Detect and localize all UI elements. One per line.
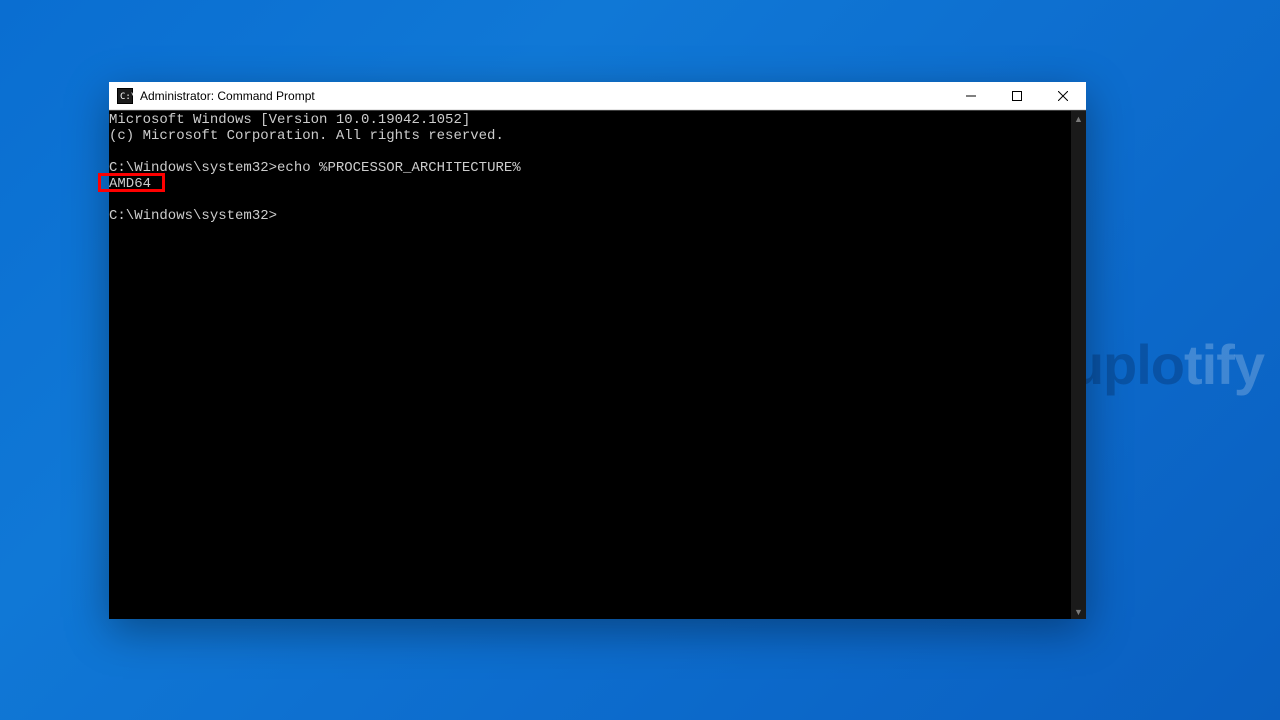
watermark: uplotify <box>1070 332 1264 397</box>
prompt-prefix: C:\Windows\system32> <box>109 160 277 176</box>
vertical-scrollbar[interactable]: ▲ ▼ <box>1071 111 1086 619</box>
minimize-button[interactable] <box>948 82 994 110</box>
terminal-output[interactable]: Microsoft Windows [Version 10.0.19042.10… <box>109 111 1071 619</box>
command-prompt-window: C:\ Administrator: Command Prompt Micros… <box>109 82 1086 619</box>
watermark-part2: tify <box>1184 333 1264 396</box>
blank-line <box>109 144 1071 160</box>
scroll-down-arrow-icon[interactable]: ▼ <box>1071 604 1086 619</box>
window-controls <box>948 82 1086 109</box>
svg-text:C:\: C:\ <box>120 92 133 102</box>
banner-line-2: (c) Microsoft Corporation. All rights re… <box>109 128 1071 144</box>
close-button[interactable] <box>1040 82 1086 110</box>
cmd-icon: C:\ <box>117 88 133 104</box>
maximize-button[interactable] <box>994 82 1040 110</box>
command-output: AMD64 <box>109 176 1071 192</box>
command-text: echo %PROCESSOR_ARCHITECTURE% <box>277 160 521 176</box>
prompt-line-1: C:\Windows\system32>echo %PROCESSOR_ARCH… <box>109 160 1071 176</box>
prompt-prefix: C:\Windows\system32> <box>109 208 277 224</box>
watermark-part1: uplo <box>1070 333 1184 396</box>
scroll-up-arrow-icon[interactable]: ▲ <box>1071 111 1086 126</box>
titlebar[interactable]: C:\ Administrator: Command Prompt <box>109 82 1086 110</box>
blank-line <box>109 192 1071 208</box>
client-area: Microsoft Windows [Version 10.0.19042.10… <box>109 110 1086 619</box>
prompt-line-2: C:\Windows\system32> <box>109 208 1071 224</box>
window-title: Administrator: Command Prompt <box>140 89 948 103</box>
banner-line-1: Microsoft Windows [Version 10.0.19042.10… <box>109 112 1071 128</box>
